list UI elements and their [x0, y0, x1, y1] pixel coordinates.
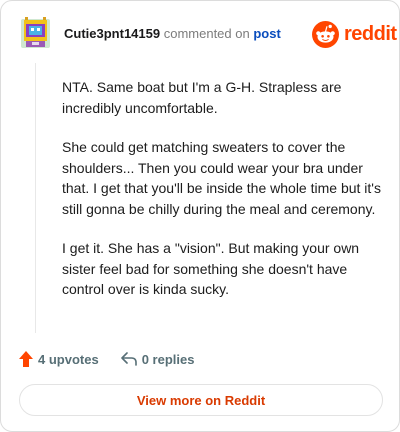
reddit-wordmark: reddit	[344, 22, 397, 45]
comment-paragraph: NTA. Same boat but I'm a G-H. Strapless …	[62, 79, 342, 116]
post-link[interactable]: post	[253, 26, 280, 41]
comment-header: Cutie3pnt14159 commented on post	[64, 26, 281, 42]
reddit-snoo-icon	[312, 20, 339, 48]
comment-body: NTA. Same boat but I'm a G-H. Strapless …	[62, 77, 382, 319]
replies-button[interactable]: 0 replies	[120, 351, 195, 367]
thread-line	[35, 63, 36, 333]
action-row: 4 upvotes 0 replies	[19, 349, 194, 369]
reddit-logo[interactable]: reddit	[312, 20, 397, 48]
comment-embed-card: Cutie3pnt14159 commented on post reddit …	[0, 0, 400, 432]
upvote-count: 4 upvotes	[38, 351, 99, 367]
pixel-avatar-icon	[21, 17, 50, 48]
avatar[interactable]	[20, 16, 51, 49]
comment-paragraph: She could get matching sweaters to cover…	[62, 139, 381, 217]
upvote-button[interactable]: 4 upvotes	[19, 351, 99, 367]
upvote-arrow-icon	[19, 351, 33, 367]
reply-arrow-icon	[120, 352, 137, 366]
username-link[interactable]: Cutie3pnt14159	[64, 26, 160, 41]
view-more-button[interactable]: View more on Reddit	[19, 384, 383, 416]
commented-on-text: commented on	[163, 26, 250, 41]
comment-paragraph: I get it. She has a "vision". But making…	[62, 240, 360, 297]
reply-count: 0 replies	[141, 351, 195, 367]
